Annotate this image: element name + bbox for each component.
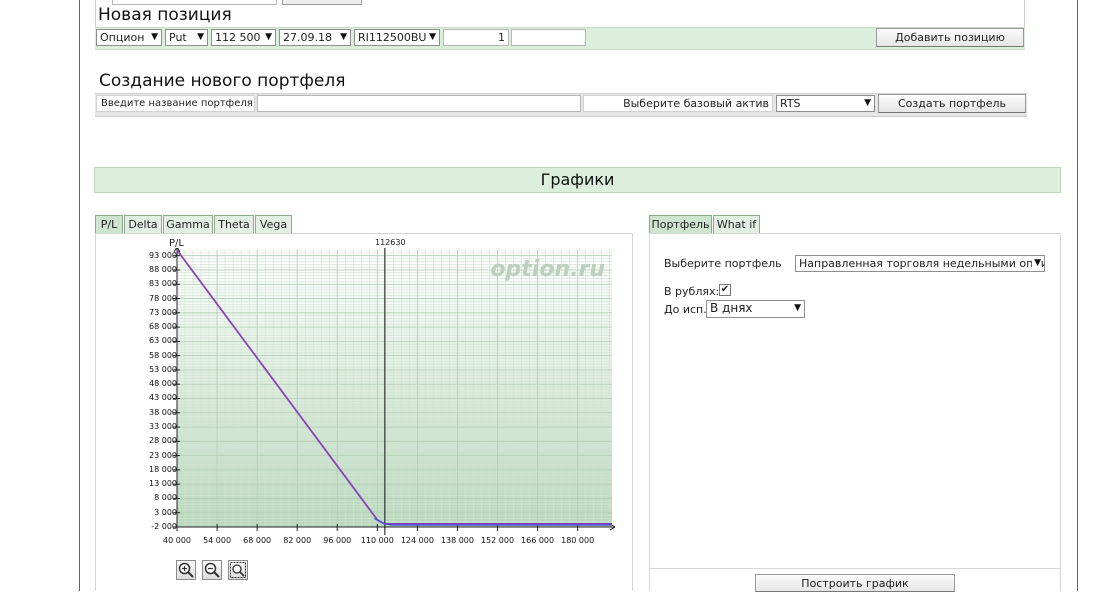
tab-delta[interactable]: Delta [124,215,162,234]
rubles-checkbox[interactable]: ✔ [719,284,731,296]
dropdown-arrow-icon: ▼ [151,32,158,42]
strike-value: 112 500 [215,31,261,44]
plot-area [177,250,612,527]
y-tick-label: 48 000 [149,379,177,389]
outer-frame-right [1077,0,1078,591]
base-asset-label: Выберите базовый актив [583,95,773,112]
watermark: option.ru [490,257,605,282]
y-tick-label: 28 000 [149,436,177,446]
base-asset-value: RTS [780,97,801,110]
expiry-date-select[interactable]: 27.09.18 ▼ [279,29,351,46]
tab-vega[interactable]: Vega [255,215,292,234]
instrument-code-select[interactable]: RI112500BU ▼ [354,29,440,46]
clipped-button[interactable] [282,0,362,5]
tab-theta[interactable]: Theta [214,215,254,234]
y-tick-labels: 93 000 88 000 83 000 78 000 73 000 68 000 63 0… [117,250,177,535]
y-tick-label: 18 000 [149,464,177,474]
add-position-button[interactable]: Добавить позицию [876,28,1024,47]
zoom-in-icon [178,562,194,578]
zoom-out-icon [204,562,220,578]
build-chart-button[interactable]: Построить график [755,574,955,592]
y-tick-label: -2 000 [151,522,177,531]
y-tick-label: 58 000 [149,350,177,360]
portfolio-name-label: Введите название портфеля [96,95,255,112]
tab-gamma[interactable]: Gamma [163,215,213,234]
option-type-value: Put [169,31,187,44]
dropdown-arrow-icon: ▼ [864,98,871,108]
outer-frame-left [79,0,80,591]
pl-chart[interactable]: option.ru [170,248,615,538]
dropdown-arrow-icon: ▼ [429,30,436,45]
y-tick-label: 3 000 [154,507,177,517]
y-tick-label: 38 000 [149,407,177,417]
y-tick-label: 93 000 [149,250,177,260]
dropdown-arrow-icon: ▼ [197,32,204,42]
y-tick-label: 8 000 [154,493,177,503]
rubles-label: В рублях: [664,285,720,298]
zoom-in-button[interactable] [176,560,196,580]
y-tick-label: 88 000 [149,264,177,274]
dropdown-arrow-icon: ▼ [794,303,801,313]
expiry-unit-value: В днях [710,301,753,315]
y-tick-label: 78 000 [149,293,177,303]
y-tick-label: 68 000 [149,322,177,332]
quantity-input[interactable]: 1 [443,29,509,46]
dropdown-arrow-icon: ▼ [1032,256,1041,271]
portfolio-select[interactable]: Направленная торговля недельными опциона… [795,255,1045,272]
y-tick-label: 53 000 [149,364,177,374]
panel-divider [649,568,1060,569]
new-position-title: Новая позиция [98,5,232,25]
y-tick-label: 23 000 [149,450,177,460]
price-input[interactable] [511,29,586,46]
portfolio-select-value: Направленная торговля недельными опциона… [799,257,1044,270]
tab-portfolio[interactable]: Портфель [649,215,712,234]
expiry-date-value: 27.09.18 [283,31,332,44]
y-tick-label: 73 000 [149,307,177,317]
expiry-label: До исп.: [664,303,711,316]
y-tick-label: 83 000 [149,279,177,289]
marker-label: 112630 [375,238,406,247]
new-portfolio-title: Создание нового портфеля [99,71,346,91]
zoom-fit-icon [230,562,246,578]
portfolio-select-label: Выберите портфель [664,257,782,270]
option-type-select[interactable]: Put ▼ [165,29,208,46]
graphs-section-header: Графики [94,167,1061,193]
y-tick-label: 43 000 [149,393,177,403]
y-tick-label: 13 000 [149,479,177,489]
portfolio-name-input[interactable] [257,95,581,112]
y-tick-label: 33 000 [149,422,177,432]
instrument-code-value: RI112500BU [358,31,427,44]
y-tick-label: 63 000 [149,336,177,346]
create-portfolio-button[interactable]: Создать портфель [878,94,1026,113]
zoom-fit-button[interactable] [228,560,248,580]
instrument-type-select[interactable]: Опцион ▼ [96,29,162,46]
tab-pl[interactable]: P/L [95,215,123,234]
zoom-out-button[interactable] [202,560,222,580]
strike-select[interactable]: 112 500 ▼ [211,29,276,46]
dropdown-arrow-icon: ▼ [340,32,347,42]
tab-what-if[interactable]: What if [713,215,760,234]
expiry-unit-select[interactable]: В днях ▼ [706,300,805,318]
dropdown-arrow-icon: ▼ [265,32,272,42]
instrument-type-value: Опцион [100,31,145,44]
checkmark-icon: ✔ [720,284,730,295]
base-asset-select[interactable]: RTS ▼ [776,95,875,112]
